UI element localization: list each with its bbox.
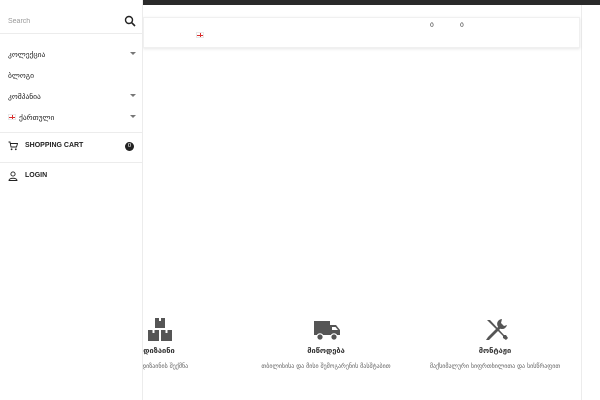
login-label: LOGIN bbox=[25, 172, 48, 179]
menu-item-collection[interactable]: კოლექცია bbox=[8, 48, 136, 62]
user-icon bbox=[8, 171, 18, 181]
menu-item-blog[interactable]: ბლოგი bbox=[8, 69, 136, 83]
search-bar bbox=[0, 8, 143, 34]
feature-delivery: მიწოდება თბილისისა და მისი შემოგარენის მ… bbox=[241, 318, 411, 378]
menu-item-label: ბლოგი bbox=[8, 71, 35, 80]
truck-icon bbox=[314, 321, 340, 341]
content-border bbox=[581, 5, 582, 400]
tools-icon bbox=[486, 319, 508, 340]
divider bbox=[0, 132, 143, 133]
cart-label: SHOPPING CART bbox=[25, 142, 84, 149]
menu-item-label: ქართული bbox=[19, 113, 55, 122]
chevron-down-icon[interactable] bbox=[130, 94, 136, 97]
menu-item-company[interactable]: კომპანია bbox=[8, 90, 136, 104]
feature-desc: თბილისისა და მისი შემოგარენის მასშტაბით bbox=[261, 363, 391, 370]
feature-installation: მონტაჟი მაქსიმალური სიფრთხილითა და სისწრ… bbox=[410, 318, 580, 378]
cart-count[interactable]: 0 bbox=[460, 22, 464, 29]
georgia-flag-icon[interactable] bbox=[196, 32, 204, 38]
feature-desc: მაქსიმალური სიფრთხილითა და სისწრაფით bbox=[429, 363, 561, 370]
boxes-icon bbox=[148, 318, 172, 341]
menu-item-label: კომპანია bbox=[8, 92, 41, 101]
chevron-down-icon[interactable] bbox=[130, 52, 136, 55]
search-icon[interactable] bbox=[124, 15, 136, 27]
menu-item-language[interactable]: ქართული bbox=[8, 111, 136, 125]
wishlist-count[interactable]: 0 bbox=[430, 22, 434, 29]
shopping-cart-link[interactable]: SHOPPING CART 0 bbox=[8, 140, 136, 154]
feature-title: მიწოდება bbox=[307, 346, 345, 355]
login-link[interactable]: LOGIN bbox=[8, 170, 136, 184]
georgia-flag-icon bbox=[8, 114, 16, 120]
menu-item-label: კოლექცია bbox=[8, 50, 46, 59]
feature-title: მონტაჟი bbox=[478, 346, 512, 355]
site-header bbox=[143, 17, 580, 48]
cart-icon bbox=[8, 141, 18, 151]
page: 0 0 დიზაინი ლი დიზაინის შექმნა მიწოდება … bbox=[0, 0, 600, 400]
cart-count-badge: 0 bbox=[125, 142, 134, 151]
chevron-down-icon[interactable] bbox=[130, 115, 136, 118]
side-drawer: კოლექცია ბლოგი კომპანია ქართული SHOPPING… bbox=[0, 0, 143, 400]
divider bbox=[0, 162, 143, 163]
search-input[interactable] bbox=[8, 14, 118, 28]
